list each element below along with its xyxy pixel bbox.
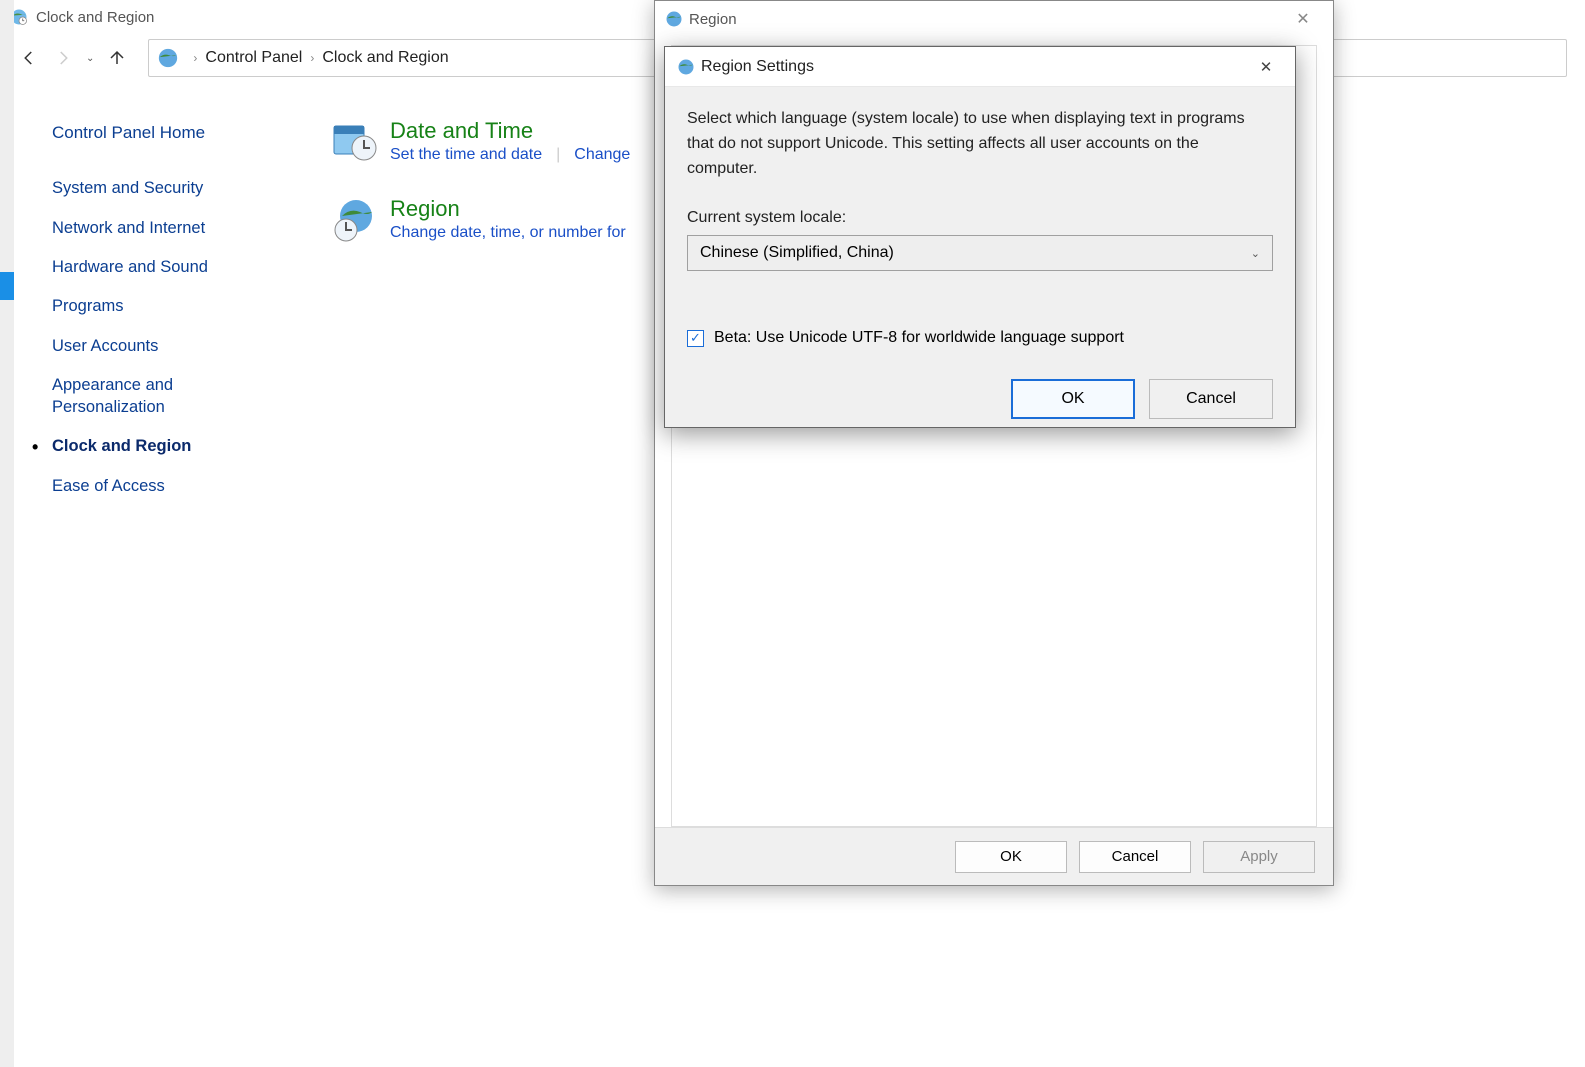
sidebar: Control Panel Home System and Security N… <box>0 94 300 515</box>
sidebar-item-system[interactable]: System and Security <box>52 178 300 199</box>
sidebar-item-ease[interactable]: Ease of Access <box>52 476 300 497</box>
link-set-time[interactable]: Set the time and date <box>390 146 542 164</box>
breadcrumb-current[interactable]: Clock and Region <box>322 49 448 67</box>
sidebar-item-appearance[interactable]: Appearance and Personalization <box>52 375 222 418</box>
up-button[interactable] <box>106 47 128 69</box>
settings-description: Select which language (system locale) to… <box>687 107 1273 181</box>
ok-button[interactable]: OK <box>955 841 1067 873</box>
sidebar-item-accounts[interactable]: User Accounts <box>52 336 300 357</box>
utf8-checkbox[interactable]: ✓ Beta: Use Unicode UTF-8 for worldwide … <box>687 329 1273 347</box>
globe-icon <box>677 58 695 76</box>
chevron-icon: › <box>310 51 314 65</box>
sidebar-item-clock-region[interactable]: Clock and Region <box>52 436 300 457</box>
calendar-clock-icon <box>330 118 378 166</box>
category-title[interactable]: Date and Time <box>390 118 630 144</box>
recent-dropdown[interactable]: ⌄ <box>86 53 94 64</box>
cancel-button[interactable]: Cancel <box>1079 841 1191 873</box>
region-settings-dialog: Region Settings ✕ Select which language … <box>664 46 1296 428</box>
chevron-icon: › <box>193 51 197 65</box>
region-icon <box>330 196 378 244</box>
checkbox-box: ✓ <box>687 330 704 347</box>
sidebar-item-network[interactable]: Network and Internet <box>52 218 300 239</box>
sidebar-home[interactable]: Control Panel Home <box>52 122 300 144</box>
region-button-bar: OK Cancel Apply <box>655 827 1333 885</box>
apply-button[interactable]: Apply <box>1203 841 1315 873</box>
window-title: Clock and Region <box>36 9 154 26</box>
link-change-formats[interactable]: Change date, time, or number for <box>390 224 626 242</box>
cancel-button[interactable]: Cancel <box>1149 379 1273 419</box>
link-change-timezone[interactable]: Change <box>574 146 630 164</box>
dialog-title: Region Settings <box>701 58 814 76</box>
locale-dropdown[interactable]: Chinese (Simplified, China) ⌄ <box>687 235 1273 271</box>
region-titlebar: Region ✕ <box>655 1 1333 37</box>
breadcrumb-root[interactable]: Control Panel <box>205 49 302 67</box>
locale-value: Chinese (Simplified, China) <box>700 244 894 262</box>
category-title[interactable]: Region <box>390 196 626 222</box>
sidebar-item-programs[interactable]: Programs <box>52 296 300 317</box>
window-edge <box>0 0 14 1067</box>
close-button[interactable]: ✕ <box>1283 9 1323 29</box>
settings-titlebar: Region Settings ✕ <box>665 47 1295 87</box>
checkbox-label: Beta: Use Unicode UTF-8 for worldwide la… <box>714 329 1124 347</box>
settings-button-bar: OK Cancel <box>665 363 1295 425</box>
back-button[interactable] <box>18 47 40 69</box>
chevron-down-icon: ⌄ <box>1251 247 1260 260</box>
sidebar-item-hardware[interactable]: Hardware and Sound <box>52 257 300 278</box>
separator: | <box>556 146 560 164</box>
locale-label: Current system locale: <box>687 209 1273 227</box>
ok-button[interactable]: OK <box>1011 379 1135 419</box>
globe-icon <box>665 10 683 28</box>
dialog-title: Region <box>689 11 737 28</box>
globe-icon <box>157 47 179 69</box>
close-button[interactable]: ✕ <box>1249 58 1283 76</box>
forward-button[interactable] <box>52 47 74 69</box>
